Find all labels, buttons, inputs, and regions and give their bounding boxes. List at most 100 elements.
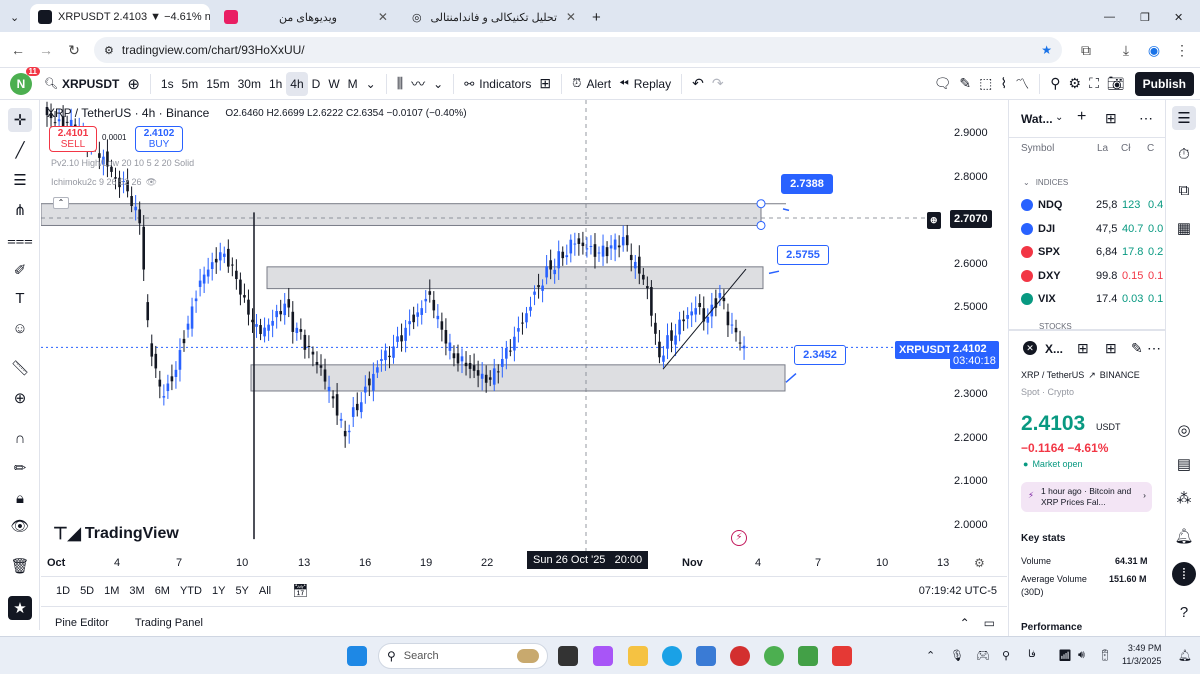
restore-icon[interactable]: ❐: [1140, 4, 1160, 30]
edit-note-icon[interactable]: ✎: [1131, 340, 1143, 357]
interval-1s[interactable]: 1s: [157, 72, 178, 96]
battery-icon[interactable]: 🔋︎: [1098, 649, 1112, 662]
interval-M[interactable]: M: [344, 72, 362, 96]
range-1d[interactable]: 1D: [51, 585, 75, 597]
trend-line-icon[interactable]: ╱: [8, 138, 32, 162]
layers-icon[interactable]: ⧉: [1172, 178, 1196, 202]
column-symbol[interactable]: Symbol: [1021, 143, 1054, 154]
indicator-legend-2[interactable]: Ichimoku2c 9 26 52 26 👁︎: [51, 177, 157, 188]
eye-icon[interactable]: 👁︎: [146, 177, 157, 188]
fullscreen-icon[interactable]: ⛶: [1085, 72, 1103, 96]
detail-name[interactable]: XRP / TetherUS: [1021, 370, 1084, 381]
watchlist-row[interactable]: NDQ 25,8 123 0.4: [1009, 194, 1165, 216]
columns-icon[interactable]: ⊞: [1105, 340, 1117, 357]
range-5y[interactable]: 5Y: [230, 585, 253, 597]
browser-tab-active[interactable]: XRPUSDT 2.4103 ▼ −4.61% no ✕: [30, 4, 210, 30]
watchlist-row[interactable]: SPX 6,84 17.8 0.2: [1009, 241, 1165, 263]
more-options-icon[interactable]: ⋯: [1139, 110, 1153, 127]
search-chart-icon[interactable]: ⚲: [1046, 72, 1064, 96]
wifi-icon[interactable]: 📶︎: [1058, 649, 1072, 662]
volume-icon[interactable]: 🔊︎: [1078, 649, 1085, 662]
interval-1h[interactable]: 1h: [265, 72, 286, 96]
indicator-legend-1[interactable]: Pv2.10 High/Low 20 10 5 2 20 Solid: [51, 158, 194, 168]
language-indicator[interactable]: فا: [1028, 649, 1036, 660]
splitter[interactable]: [1009, 329, 1165, 331]
store-icon[interactable]: [696, 646, 716, 666]
candles-chart-type-icon[interactable]: ⫼: [393, 72, 407, 96]
zoom-in-icon[interactable]: ⊕: [8, 386, 32, 410]
watchlist-title[interactable]: Wat...: [1021, 112, 1053, 126]
stay-drawing-icon[interactable]: ✏︎: [8, 456, 32, 480]
copilot-icon[interactable]: [593, 646, 613, 666]
scale-icon[interactable]: 〽: [1011, 72, 1033, 96]
more-detail-icon[interactable]: ⋯: [1147, 340, 1161, 357]
news-item[interactable]: ⚡︎ 1 hour ago · Bitcoin and XRP Prices F…: [1021, 482, 1152, 512]
user-avatar[interactable]: N 11: [10, 66, 40, 95]
add-symbol-icon[interactable]: +: [1077, 108, 1086, 126]
interval-30m[interactable]: 30m: [234, 72, 265, 96]
download-icon[interactable]: ⤓: [1116, 40, 1136, 60]
target-icon[interactable]: ◎: [1172, 418, 1196, 442]
close-window-icon[interactable]: ✕: [1174, 4, 1194, 30]
price-callout[interactable]: 2.7388: [781, 174, 833, 194]
watchlist-row[interactable]: VIX 17.4 0.03 0.1: [1009, 288, 1165, 310]
range-1m[interactable]: 1M: [99, 585, 124, 597]
layout-grid-icon[interactable]: ⊞: [1077, 340, 1089, 357]
text-tool-icon[interactable]: T: [8, 286, 32, 310]
hide-eye-icon[interactable]: 👁︎: [8, 514, 32, 538]
location-icon[interactable]: ⚲: [1002, 649, 1010, 662]
hotlists-icon[interactable]: ▦: [1172, 216, 1196, 240]
axis-settings-gear-icon[interactable]: ⚙: [974, 556, 985, 570]
range-1y[interactable]: 1Y: [207, 585, 230, 597]
settings-gear-icon[interactable]: ⚙: [1065, 72, 1086, 96]
interval-W[interactable]: W: [324, 72, 343, 96]
bookmark-star-icon[interactable]: ★: [1041, 43, 1052, 57]
tray-chevron-icon[interactable]: ⌃: [926, 649, 935, 662]
horizontal-lines-icon[interactable]: ☰: [8, 168, 32, 192]
browser-tab[interactable]: ویدیوهای من ✕: [216, 4, 396, 30]
browser-tab[interactable]: ◎ تحلیل تکنیکالی و فاندامنتالی ✕: [404, 4, 584, 30]
pinterest-app-icon[interactable]: [730, 646, 750, 666]
search-icon[interactable]: 🔍︎: [44, 77, 58, 90]
symbol-search-button[interactable]: XRPUSDT: [58, 72, 123, 96]
help-icon[interactable]: ?: [1172, 600, 1196, 624]
edge-browser-icon[interactable]: [662, 646, 682, 666]
clock-timezone[interactable]: 07:19:42 UTC-5: [919, 585, 997, 597]
favorites-star-icon[interactable]: ★: [8, 596, 32, 620]
extensions-icon[interactable]: ⧉: [1076, 40, 1096, 60]
collapse-legend-icon[interactable]: ⌃: [53, 197, 69, 209]
text-note-icon[interactable]: 🗨︎: [930, 72, 956, 96]
notification-center-icon[interactable]: 🔔︎: [1178, 649, 1192, 662]
advanced-view-icon[interactable]: ⊞: [1105, 110, 1117, 127]
templates-grid-icon[interactable]: ⊞: [535, 72, 555, 96]
forward-icon[interactable]: →: [36, 40, 56, 60]
range-all[interactable]: All: [254, 585, 276, 597]
range-5d[interactable]: 5D: [75, 585, 99, 597]
compare-add-icon[interactable]: ⊕: [123, 72, 144, 96]
interval-dropdown-icon[interactable]: ⌄: [362, 72, 380, 96]
column-change[interactable]: Cł: [1121, 143, 1130, 154]
recorder-app-icon[interactable]: [832, 646, 852, 666]
path-icon[interactable]: ⌇: [996, 72, 1011, 96]
maximize-panel-icon[interactable]: ▭: [984, 616, 995, 630]
detail-symbol[interactable]: X...: [1045, 342, 1063, 356]
crosshair-cursor-icon[interactable]: ✛: [8, 108, 32, 132]
sell-button[interactable]: 2.4101 SELL: [49, 126, 97, 152]
brush-tool-icon[interactable]: ✐: [8, 258, 32, 282]
watchlist-icon[interactable]: ☰: [1172, 106, 1196, 130]
price-chart-svg[interactable]: [41, 100, 1007, 576]
chart-type-dropdown-icon[interactable]: ⌄: [429, 72, 447, 96]
trash-icon[interactable]: 🗑︎: [8, 554, 32, 578]
reload-icon[interactable]: ↻: [64, 40, 84, 60]
interval-4h[interactable]: 4h: [286, 71, 308, 96]
file-explorer-icon[interactable]: [628, 646, 648, 666]
price-callout[interactable]: 2.3452: [794, 345, 846, 365]
watchlist-row[interactable]: DJI 47,5 40.7 0.0: [1009, 218, 1165, 240]
external-link-icon[interactable]: ↗: [1088, 370, 1096, 381]
mute-mic-icon[interactable]: 🎙︎: [950, 649, 964, 662]
ruler-icon[interactable]: 📏︎: [8, 356, 32, 380]
rectangle-icon[interactable]: ⬚: [975, 72, 996, 96]
camera-snapshot-icon[interactable]: 📷︎: [1103, 72, 1129, 96]
range-3m[interactable]: 3M: [124, 585, 149, 597]
alert-button[interactable]: ⏰︎ Alert: [568, 72, 615, 96]
